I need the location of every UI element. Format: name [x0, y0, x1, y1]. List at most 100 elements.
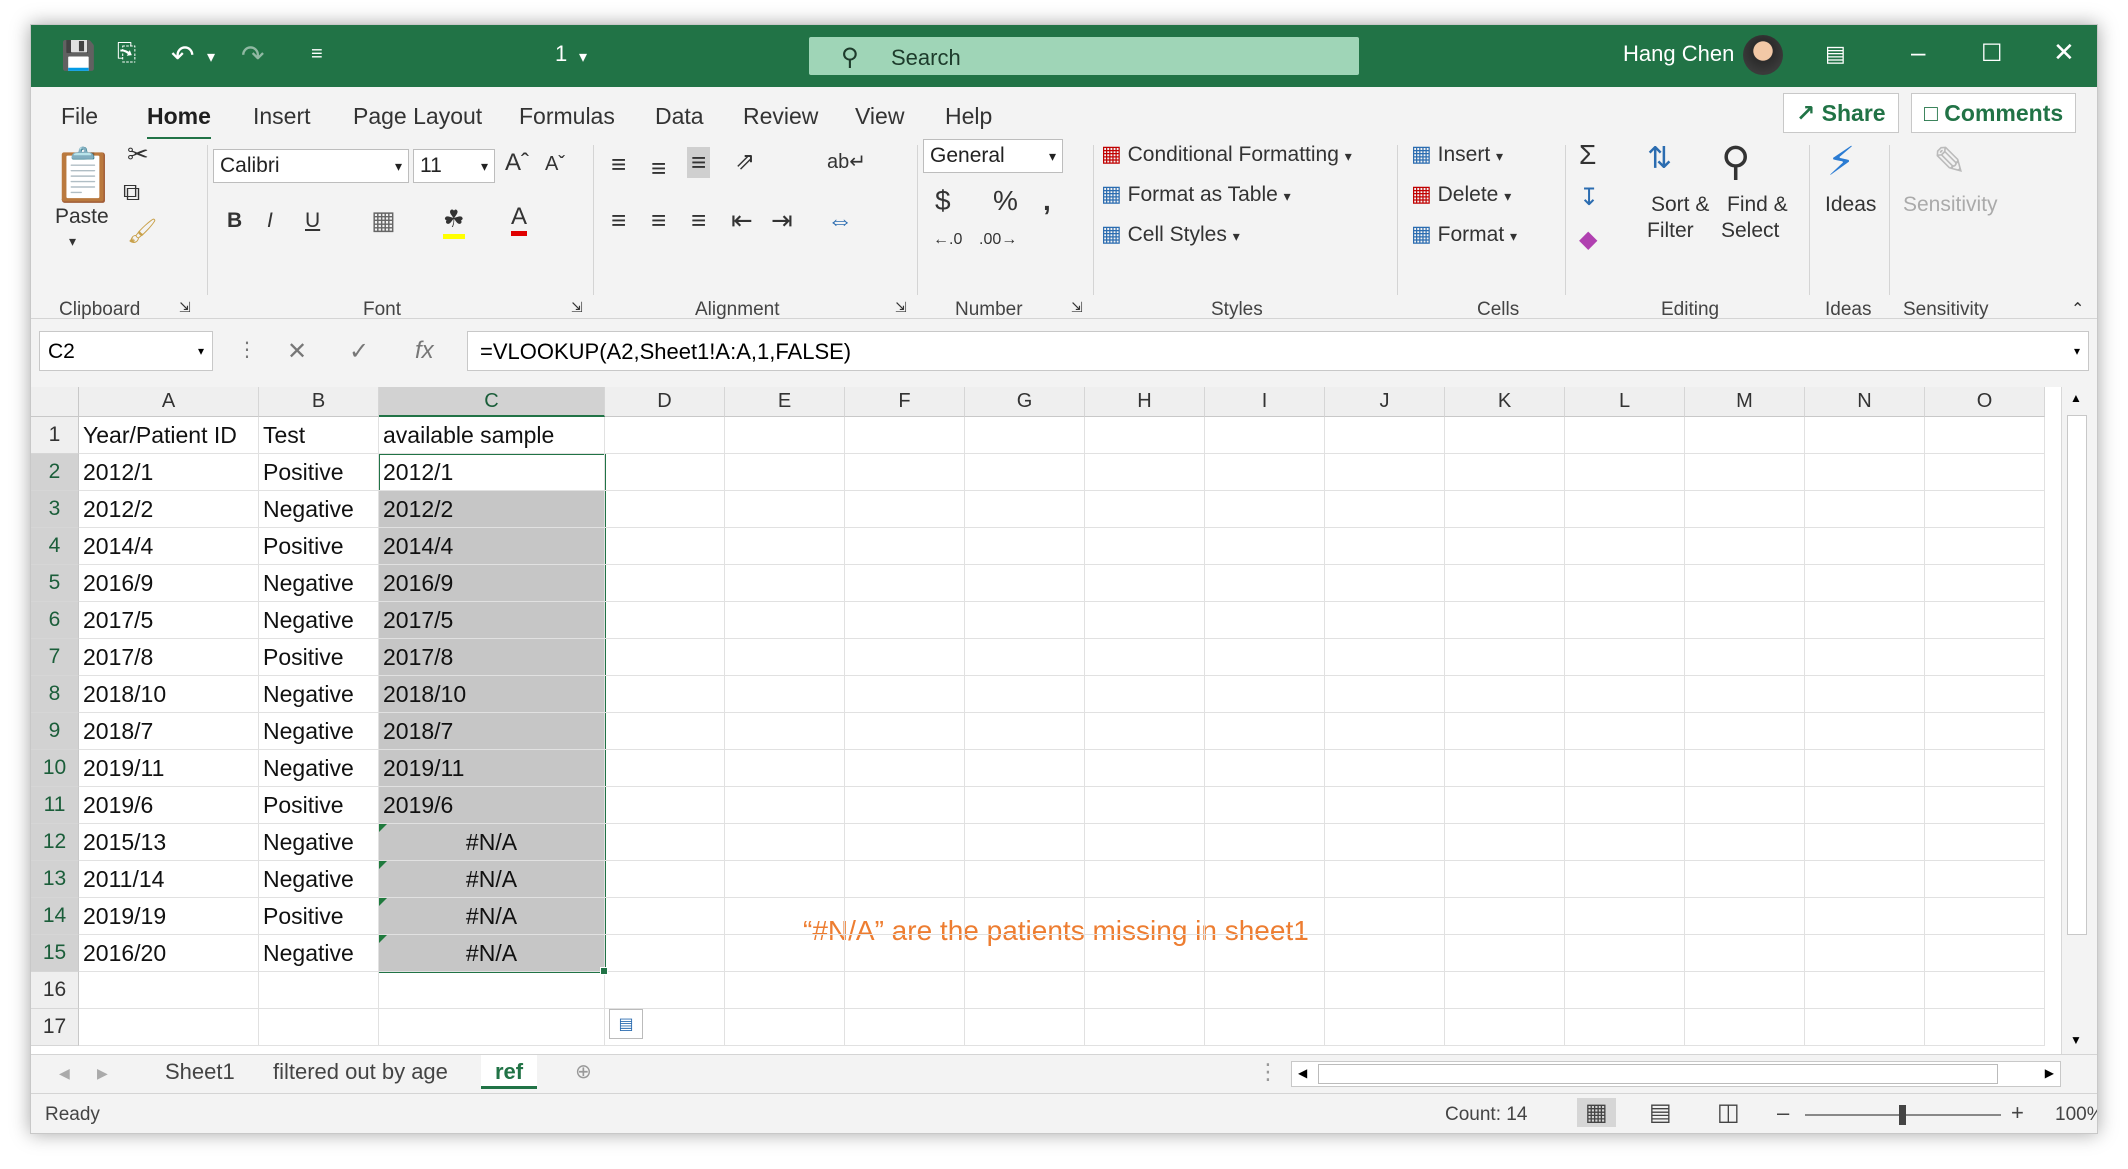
cell[interactable] [605, 787, 725, 824]
cell[interactable] [1925, 750, 2045, 787]
cell[interactable] [965, 602, 1085, 639]
cell[interactable] [845, 713, 965, 750]
cell[interactable] [1805, 528, 1925, 565]
cell[interactable] [1565, 417, 1685, 454]
row-header[interactable]: 9 [31, 713, 79, 750]
cell[interactable] [1325, 417, 1445, 454]
cell[interactable] [1325, 750, 1445, 787]
cell[interactable] [605, 935, 725, 972]
sheet-tab-filtered[interactable]: filtered out by age [273, 1059, 448, 1085]
name-box[interactable]: C2 ▾ [39, 331, 213, 371]
redo-icon[interactable]: ↷ [241, 39, 264, 72]
cell[interactable] [1805, 824, 1925, 861]
cell[interactable] [1925, 639, 2045, 676]
cell[interactable] [1805, 787, 1925, 824]
underline-button[interactable]: U [305, 209, 320, 233]
cell[interactable]: Negative [259, 935, 379, 972]
column-header[interactable]: N [1805, 387, 1925, 417]
cell[interactable]: 2014/4 [79, 528, 259, 565]
cell[interactable] [1565, 935, 1685, 972]
sort-filter-icon[interactable]: ⇅ [1647, 141, 1672, 176]
cell[interactable] [725, 602, 845, 639]
cell[interactable] [1325, 676, 1445, 713]
cell[interactable] [965, 824, 1085, 861]
alignment-launcher-icon[interactable]: ⇲ [895, 299, 907, 316]
cell[interactable] [1565, 565, 1685, 602]
cell[interactable]: 2019/6 [379, 787, 605, 824]
cell[interactable] [845, 454, 965, 491]
cell[interactable] [725, 491, 845, 528]
tab-data[interactable]: Data [655, 103, 704, 130]
cell[interactable] [605, 676, 725, 713]
cell[interactable] [1925, 787, 2045, 824]
cell[interactable] [1565, 898, 1685, 935]
cell[interactable] [1685, 602, 1805, 639]
row-header[interactable]: 13 [31, 861, 79, 898]
cell[interactable] [1085, 750, 1205, 787]
cell[interactable] [1805, 565, 1925, 602]
column-header[interactable]: O [1925, 387, 2045, 417]
cell[interactable] [79, 972, 259, 1009]
cell[interactable] [605, 528, 725, 565]
fill-handle[interactable] [600, 967, 608, 975]
cell[interactable] [1325, 491, 1445, 528]
cell[interactable] [1205, 491, 1325, 528]
column-header[interactable]: M [1685, 387, 1805, 417]
row-header[interactable]: 10 [31, 750, 79, 787]
sort-filter-label-2[interactable]: Filter [1647, 219, 1694, 243]
avatar[interactable] [1743, 35, 1783, 75]
cell[interactable]: 2017/5 [79, 602, 259, 639]
cell[interactable] [725, 1009, 845, 1046]
row-header[interactable]: 5 [31, 565, 79, 602]
sensitivity-label[interactable]: Sensitivity [1903, 193, 1998, 217]
column-header[interactable]: H [1085, 387, 1205, 417]
cell[interactable]: Positive [259, 454, 379, 491]
cell[interactable] [1205, 787, 1325, 824]
cell[interactable] [1805, 935, 1925, 972]
cell[interactable] [1205, 972, 1325, 1009]
cancel-entry-icon[interactable]: ✕ [287, 337, 307, 366]
cell[interactable] [965, 454, 1085, 491]
cell[interactable] [1445, 898, 1565, 935]
font-size-select[interactable]: 11 ▾ [413, 149, 495, 183]
cell[interactable]: 2014/4 [379, 528, 605, 565]
collapse-ribbon-icon[interactable]: ⌃ [2071, 299, 2084, 319]
cell[interactable] [725, 639, 845, 676]
cell[interactable] [1805, 676, 1925, 713]
share-button[interactable]: ↗ Share [1783, 93, 1899, 133]
cell[interactable] [605, 898, 725, 935]
cell[interactable] [1565, 528, 1685, 565]
cell[interactable]: 2012/1 [379, 454, 605, 491]
cell[interactable]: 2012/2 [379, 491, 605, 528]
cell[interactable] [1925, 713, 2045, 750]
number-format-select[interactable]: General ▾ [923, 139, 1063, 173]
tab-file[interactable]: File [61, 103, 98, 130]
cell[interactable] [1085, 1009, 1205, 1046]
cell[interactable]: Negative [259, 824, 379, 861]
cell[interactable]: 2017/8 [379, 639, 605, 676]
error-cell[interactable]: #N/A [379, 824, 605, 861]
minimize-icon[interactable]: – [1911, 37, 1925, 68]
cell[interactable]: 2012/1 [79, 454, 259, 491]
cell[interactable] [1205, 1009, 1325, 1046]
scroll-left-icon[interactable]: ◀ [1298, 1066, 1307, 1080]
cell[interactable] [1565, 861, 1685, 898]
cell[interactable] [1685, 491, 1805, 528]
cell-styles-button[interactable]: ▦ Cell Styles ▾ [1101, 221, 1240, 247]
row-header[interactable]: 2 [31, 454, 79, 491]
cell[interactable] [1565, 676, 1685, 713]
column-header[interactable]: L [1565, 387, 1685, 417]
ideas-label[interactable]: Ideas [1825, 193, 1876, 217]
italic-button[interactable]: I [267, 209, 273, 233]
cell[interactable] [845, 565, 965, 602]
wrap-text-icon[interactable]: ab↵ [827, 149, 866, 174]
cell[interactable] [1925, 491, 2045, 528]
cell[interactable] [1085, 861, 1205, 898]
cell[interactable] [1805, 972, 1925, 1009]
undo-dropdown-icon[interactable]: ▾ [207, 47, 215, 67]
row-header[interactable]: 3 [31, 491, 79, 528]
cell[interactable] [1565, 787, 1685, 824]
cell[interactable]: Positive [259, 528, 379, 565]
cell[interactable]: Negative [259, 676, 379, 713]
column-header[interactable]: B [259, 387, 379, 417]
